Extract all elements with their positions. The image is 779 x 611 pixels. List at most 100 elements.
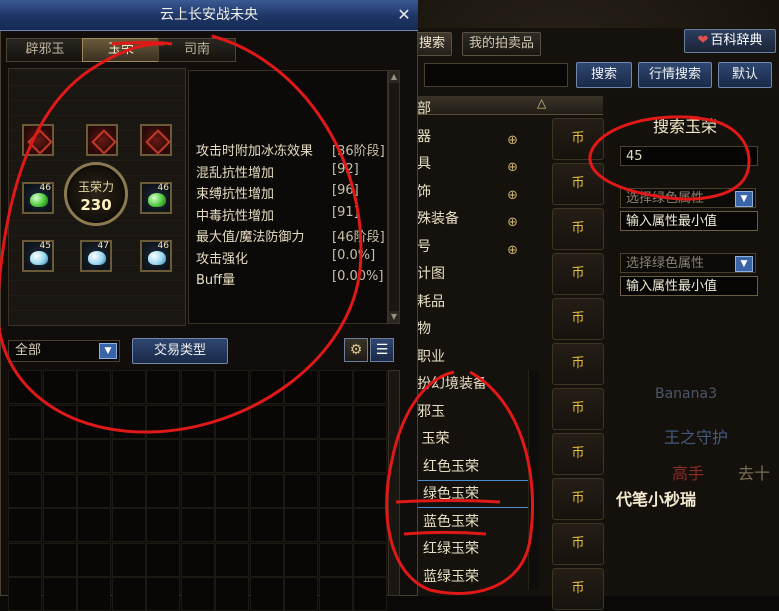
inventory-slot[interactable] bbox=[8, 508, 42, 542]
min-value-input-2[interactable]: 输入属性最小值 bbox=[620, 276, 758, 296]
window-title[interactable]: 云上长安战未央 bbox=[0, 0, 418, 31]
price-cell[interactable]: 币 bbox=[552, 388, 604, 430]
zoom-icon[interactable]: ⊕ bbox=[507, 128, 518, 154]
trade-type-button[interactable]: 交易类型 bbox=[132, 338, 228, 364]
zoom-icon[interactable]: ⊕ bbox=[507, 238, 518, 264]
inventory-slot[interactable] bbox=[318, 439, 353, 473]
inventory-slot[interactable] bbox=[318, 508, 353, 542]
blue-gem-slot[interactable]: 47 bbox=[80, 240, 112, 272]
tab-sinan[interactable]: 司南 bbox=[158, 38, 236, 62]
inventory-slot[interactable] bbox=[249, 370, 284, 404]
inventory-slot[interactable] bbox=[146, 577, 180, 611]
price-cell[interactable]: 币 bbox=[552, 298, 604, 340]
price-cell[interactable]: 币 bbox=[552, 343, 604, 385]
price-cell[interactable]: 币 bbox=[552, 118, 604, 160]
inventory-slot[interactable] bbox=[215, 577, 249, 611]
inventory-slot[interactable] bbox=[353, 404, 387, 439]
inventory-slot[interactable] bbox=[180, 473, 215, 508]
inventory-slot[interactable] bbox=[249, 439, 284, 473]
price-cell[interactable]: 币 bbox=[552, 523, 604, 565]
inventory-slot[interactable] bbox=[284, 404, 318, 439]
price-cell[interactable]: 币 bbox=[552, 163, 604, 205]
inventory-slot[interactable] bbox=[77, 473, 111, 508]
inventory-slot[interactable] bbox=[42, 508, 77, 542]
price-sort-icon[interactable]: △ bbox=[537, 96, 546, 110]
tab-bixieyu[interactable]: 辟邪玉 bbox=[6, 38, 84, 62]
red-gem-slot[interactable] bbox=[140, 124, 172, 156]
attribute-select-2[interactable]: 选择绿色属性 ▼ bbox=[620, 253, 756, 273]
red-gem-slot[interactable] bbox=[86, 124, 118, 156]
inventory-slot[interactable] bbox=[146, 473, 180, 508]
encyclopedia-button[interactable]: ❤ 百科辞典 bbox=[684, 29, 776, 53]
inventory-slot[interactable] bbox=[249, 542, 284, 577]
price-cell[interactable]: 币 bbox=[552, 433, 604, 475]
inventory-slot[interactable] bbox=[111, 370, 146, 404]
inventory-slot[interactable] bbox=[284, 508, 318, 542]
search-button[interactable]: 搜索 bbox=[576, 62, 632, 88]
inventory-slot[interactable] bbox=[284, 542, 318, 577]
blue-gem-slot[interactable]: 46 bbox=[140, 240, 172, 272]
stats-scrollbar[interactable]: ▲ ▼ bbox=[388, 70, 400, 324]
inventory-slot[interactable] bbox=[8, 404, 42, 439]
price-cell[interactable]: 币 bbox=[552, 208, 604, 250]
inventory-slot[interactable] bbox=[111, 439, 146, 473]
inventory-slot[interactable] bbox=[215, 370, 249, 404]
inventory-slot[interactable] bbox=[77, 404, 111, 439]
inventory-slot[interactable] bbox=[42, 404, 77, 439]
inventory-slot[interactable] bbox=[215, 404, 249, 439]
inventory-slot[interactable] bbox=[318, 473, 353, 508]
inventory-slot[interactable] bbox=[318, 577, 353, 611]
inventory-slot[interactable] bbox=[249, 404, 284, 439]
inventory-slot[interactable] bbox=[318, 370, 353, 404]
inventory-slot[interactable] bbox=[77, 577, 111, 611]
inventory-slot[interactable] bbox=[284, 577, 318, 611]
inventory-slot[interactable] bbox=[146, 404, 180, 439]
inventory-slot[interactable] bbox=[215, 473, 249, 508]
inventory-slot[interactable] bbox=[284, 370, 318, 404]
tab-my-auctions[interactable]: 我的拍卖品 bbox=[462, 32, 542, 56]
close-icon[interactable]: ✕ bbox=[394, 4, 414, 26]
inventory-slot[interactable] bbox=[111, 404, 146, 439]
inventory-slot[interactable] bbox=[284, 439, 318, 473]
zoom-icon[interactable]: ⊕ bbox=[507, 183, 518, 209]
inventory-slot[interactable] bbox=[146, 542, 180, 577]
zoom-icon[interactable]: ⊕ bbox=[507, 210, 518, 236]
inventory-slot[interactable] bbox=[111, 473, 146, 508]
inventory-slot[interactable] bbox=[249, 508, 284, 542]
price-cell[interactable]: 币 bbox=[552, 253, 604, 295]
inventory-slot[interactable] bbox=[8, 473, 42, 508]
green-gem-slot[interactable]: 46 bbox=[22, 182, 54, 214]
attribute-select-1[interactable]: 选择绿色属性 ▼ bbox=[620, 188, 756, 208]
inventory-slot[interactable] bbox=[353, 508, 387, 542]
inventory-slot[interactable] bbox=[353, 439, 387, 473]
inventory-slot[interactable] bbox=[146, 370, 180, 404]
inventory-slot[interactable] bbox=[353, 473, 387, 508]
inventory-slot[interactable] bbox=[8, 577, 42, 611]
inventory-slot[interactable] bbox=[180, 542, 215, 577]
inventory-slot[interactable] bbox=[146, 508, 180, 542]
inventory-slot[interactable] bbox=[180, 439, 215, 473]
inventory-slot[interactable] bbox=[77, 542, 111, 577]
blue-gem-slot[interactable]: 45 bbox=[22, 240, 54, 272]
inventory-slot[interactable] bbox=[180, 577, 215, 611]
filter-select[interactable]: 全部 ▼ bbox=[8, 340, 120, 362]
inventory-slot[interactable] bbox=[284, 473, 318, 508]
market-search-button[interactable]: 行情搜索 bbox=[638, 62, 712, 88]
green-gem-slot[interactable]: 46 bbox=[140, 182, 172, 214]
scroll-up-icon[interactable]: ▲ bbox=[389, 71, 399, 83]
inventory-scrollbar[interactable] bbox=[388, 370, 400, 596]
zoom-icon[interactable]: ⊕ bbox=[507, 155, 518, 181]
category-scrollbar[interactable] bbox=[528, 370, 539, 590]
inventory-slot[interactable] bbox=[111, 542, 146, 577]
default-button[interactable]: 默认 bbox=[718, 62, 772, 88]
inventory-slot[interactable] bbox=[180, 370, 215, 404]
inventory-slot[interactable] bbox=[77, 439, 111, 473]
inventory-slot[interactable] bbox=[215, 439, 249, 473]
inventory-slot[interactable] bbox=[8, 370, 42, 404]
inventory-slot[interactable] bbox=[77, 370, 111, 404]
gear-icon[interactable]: ⚙ bbox=[344, 338, 368, 362]
inventory-slot[interactable] bbox=[42, 577, 77, 611]
inventory-slot[interactable] bbox=[42, 370, 77, 404]
min-value-input-1[interactable]: 输入属性最小值 bbox=[620, 211, 758, 231]
inventory-slot[interactable] bbox=[42, 439, 77, 473]
